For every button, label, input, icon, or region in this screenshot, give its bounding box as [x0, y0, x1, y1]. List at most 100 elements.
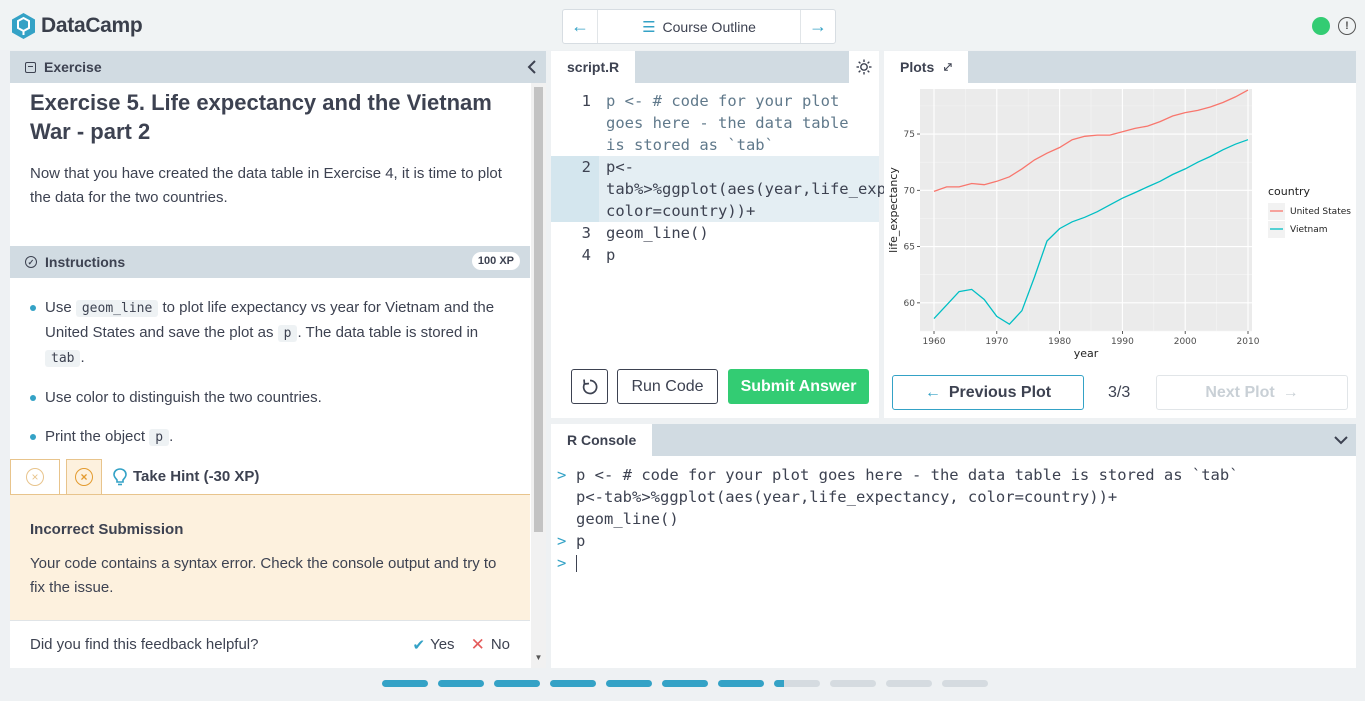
submit-answer-label: Submit Answer: [740, 377, 857, 395]
no-button[interactable]: ✕ No: [471, 635, 510, 655]
yes-button[interactable]: ✔ Yes: [413, 636, 455, 654]
tab-plots[interactable]: Plots: [884, 51, 968, 83]
course-outline-label: Course Outline: [662, 18, 756, 35]
list-item: Use color to distinguish the two countri…: [30, 386, 520, 410]
console-line: p: [576, 532, 586, 550]
inline-code: tab: [45, 350, 81, 367]
console-output[interactable]: > p <- # code for your plot goes here - t…: [551, 464, 1356, 664]
y-tick-label: 75: [904, 130, 915, 140]
next-plot-label: Next Plot: [1205, 383, 1275, 401]
inline-code: geom_line: [75, 300, 159, 317]
tab-r-console[interactable]: R Console: [551, 424, 653, 456]
editor-settings-button[interactable]: [849, 51, 879, 83]
line-number: 2: [581, 158, 591, 176]
run-code-button[interactable]: Run Code: [617, 369, 718, 404]
feedback-text: Your code contains a syntax error. Check…: [30, 555, 497, 596]
run-code-label: Run Code: [631, 377, 704, 395]
console-line: p <- # code for your plot goes here - th…: [576, 466, 1239, 484]
hint-bar: × × Take Hint (-30 XP): [10, 459, 530, 494]
console-prompt: >: [557, 532, 567, 550]
progress-segment[interactable]: [774, 680, 820, 687]
datacamp-logo[interactable]: DataCamp: [10, 12, 143, 40]
prev-exercise-button[interactable]: ←: [563, 10, 597, 43]
console-line: p<-tab%>%ggplot(aes(year,life_expectancy…: [576, 488, 1118, 506]
exercise-title: Exercise 5. Life expectancy and the Viet…: [30, 90, 492, 144]
instructions-header: ✓ Instructions 100 XP: [10, 246, 530, 278]
instruction-text: .: [169, 428, 174, 445]
submit-answer-button[interactable]: Submit Answer: [728, 369, 869, 404]
legend-label: Vietnam: [1290, 225, 1328, 235]
take-hint-button[interactable]: Take Hint (-30 XP): [113, 459, 259, 494]
previous-plot-button[interactable]: ← Previous Plot: [892, 375, 1084, 410]
legend-label: United States: [1290, 207, 1351, 217]
feedback-rating: Did you find this feedback helpful? ✔ Ye…: [10, 620, 530, 668]
x-tick-label: 1990: [1111, 337, 1134, 347]
chevron-down-icon: [1334, 436, 1348, 445]
code-line: geom_line(): [606, 224, 709, 242]
progress-segment[interactable]: [662, 680, 708, 687]
instruction-text: Print the object: [45, 428, 146, 445]
course-outline-button[interactable]: ☰ Course Outline: [597, 10, 801, 43]
code-editor: script.R 1 p <- # code for your plot goe…: [551, 51, 961, 418]
progress-segment[interactable]: [438, 680, 484, 687]
progress-segment[interactable]: [550, 680, 596, 687]
collapse-panel-button[interactable]: [518, 51, 546, 83]
tab-label: R Console: [567, 432, 637, 448]
expand-icon: [944, 63, 952, 71]
line-number: 1: [581, 92, 591, 110]
y-axis-label: life_expectancy: [887, 167, 900, 253]
brand-name: DataCamp: [41, 14, 143, 37]
progress-segment[interactable]: [382, 680, 428, 687]
instructions-header-label: Instructions: [45, 254, 126, 270]
plots-panel: Plots 1960 1970 1980 1990 2000 2010 60 65 70 75 ye…: [884, 51, 1356, 418]
alert-icon[interactable]: !: [1338, 17, 1356, 35]
progress-segment[interactable]: [830, 680, 876, 687]
brightness-icon: [856, 59, 872, 75]
console-line: geom_line(): [576, 510, 679, 528]
plots-tab-bar: Plots: [884, 51, 1356, 83]
editor-tab-bar: script.R: [551, 51, 879, 83]
console-tab-bar: R Console: [551, 424, 1356, 456]
line-number: 3: [581, 224, 591, 242]
next-plot-button[interactable]: Next Plot →: [1156, 375, 1348, 410]
progress-segment[interactable]: [718, 680, 764, 687]
x-tick-label: 1960: [923, 337, 946, 347]
legend-title: country: [1268, 185, 1311, 198]
list-item: Use geom_line to plot life expectancy vs…: [30, 296, 520, 371]
progress-segment[interactable]: [942, 680, 988, 687]
yes-label: Yes: [430, 636, 455, 653]
chevron-left-icon: [527, 60, 536, 74]
scroll-down-arrow[interactable]: ▼: [534, 653, 543, 662]
datacamp-logo-icon: [12, 13, 35, 39]
code-line: p <- # code for your plot goes here - th…: [606, 92, 858, 154]
feedback-message: Incorrect Submission Your code contains …: [10, 494, 530, 620]
arrow-right-icon: →: [809, 16, 827, 36]
reset-icon: [582, 378, 597, 394]
tab-script-r[interactable]: script.R: [551, 51, 636, 83]
exercise-panel: Exercise Exercise 5. Life expectancy and…: [10, 51, 546, 668]
next-exercise-button[interactable]: →: [801, 10, 835, 43]
progress-segment[interactable]: [494, 680, 540, 687]
progress-segment[interactable]: [886, 680, 932, 687]
tab-label: Plots: [900, 59, 935, 75]
check-icon: ✔: [412, 636, 426, 654]
life-expectancy-chart: 1960 1970 1980 1990 2000 2010 60 65 70 75 year life…: [887, 89, 1351, 360]
x-tick-label: 2010: [1237, 337, 1260, 347]
reset-button[interactable]: [571, 369, 608, 404]
take-hint-label: Take Hint (-30 XP): [133, 468, 260, 485]
dismissed-feedback-tab[interactable]: ×: [10, 459, 60, 494]
r-console: R Console > p <- # code for your plot goe…: [551, 424, 1356, 668]
status-indicator: [1312, 17, 1330, 35]
arrow-left-icon: ←: [924, 383, 941, 401]
console-collapse-button[interactable]: [1326, 424, 1356, 456]
previous-plot-label: Previous Plot: [948, 383, 1052, 401]
active-feedback-tab[interactable]: ×: [66, 459, 102, 494]
scrollbar-thumb[interactable]: [534, 87, 543, 532]
exercise-header: Exercise: [10, 51, 546, 83]
close-circle-icon: ×: [75, 468, 93, 486]
console-cursor: [576, 555, 577, 572]
progress-segment[interactable]: [606, 680, 652, 687]
instruction-text: Use: [45, 299, 72, 316]
console-prompt: >: [557, 466, 567, 484]
list-item: Print the object p.: [30, 425, 520, 450]
